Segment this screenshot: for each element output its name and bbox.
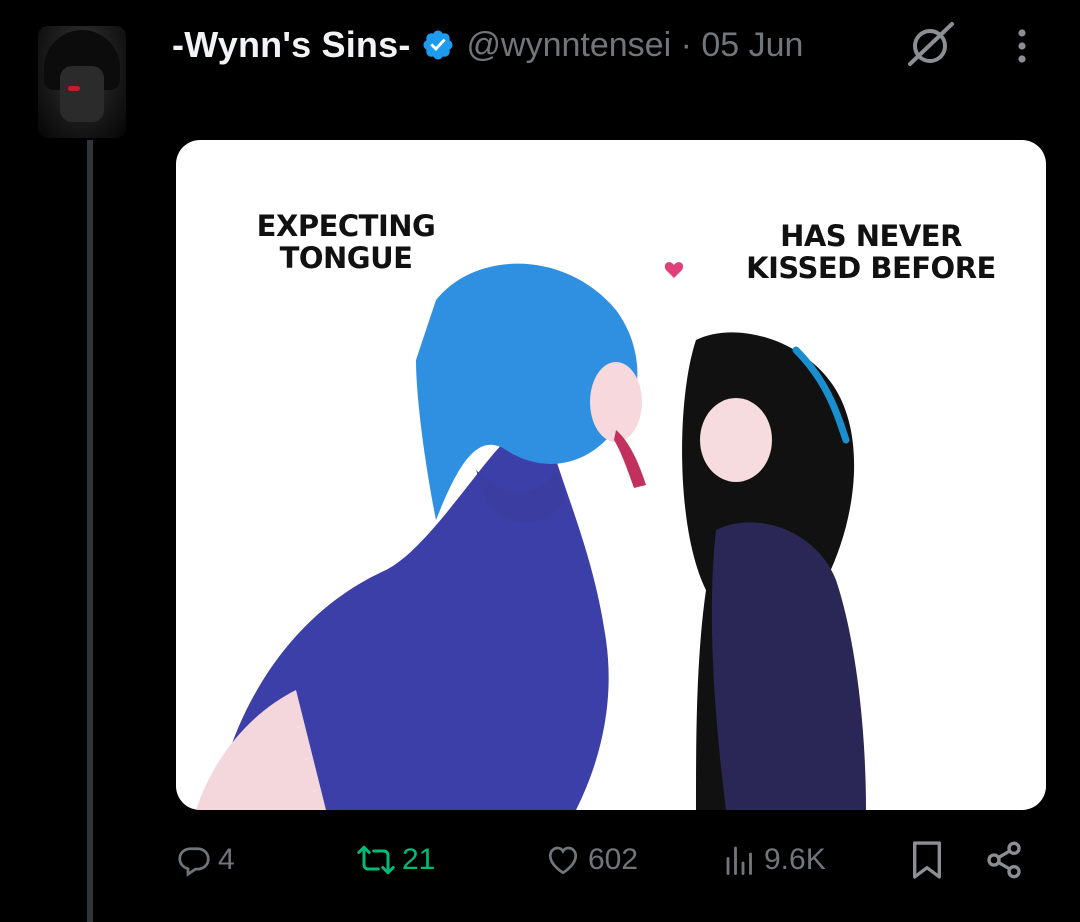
share-button[interactable] [984, 830, 1024, 890]
views-button[interactable]: 9.6K [722, 830, 826, 890]
views-icon [726, 846, 752, 875]
views-count: 9.6K [764, 843, 826, 876]
author-name[interactable]: -Wynn's Sins- [172, 24, 411, 66]
thread-line [87, 140, 93, 922]
author-avatar[interactable] [38, 26, 126, 138]
avatar-eye [68, 86, 80, 91]
caption-right: HAS NEVER KISSED BEFORE [746, 219, 996, 286]
repost-icon [357, 845, 395, 875]
caption-left: EXPECTING TONGUE [256, 209, 436, 276]
reply-icon [178, 847, 210, 877]
verified-badge-icon [423, 30, 453, 60]
grok-icon[interactable] [904, 20, 956, 68]
like-count: 602 [588, 843, 639, 876]
reply-button[interactable]: 4 [176, 830, 235, 890]
avatar-face [60, 66, 104, 122]
author-handle-date[interactable]: @wynntensei · 05 Jun [467, 26, 804, 65]
action-bar: 4 21 602 9.6K [0, 830, 1080, 890]
reply-count: 4 [218, 843, 235, 876]
more-icon[interactable] [1008, 24, 1036, 68]
share-icon [987, 841, 1021, 879]
bookmark-button[interactable] [910, 830, 944, 890]
post-media-image[interactable]: EXPECTING TONGUE HAS NEVER KISSED BEFORE [176, 140, 1046, 810]
bookmark-icon [913, 841, 942, 879]
post-header: -Wynn's Sins- @wynntensei · 05 Jun [172, 22, 803, 68]
repost-button[interactable]: 21 [356, 830, 435, 890]
like-button[interactable]: 602 [544, 830, 638, 890]
repost-count: 21 [402, 843, 436, 876]
like-icon [548, 846, 578, 875]
